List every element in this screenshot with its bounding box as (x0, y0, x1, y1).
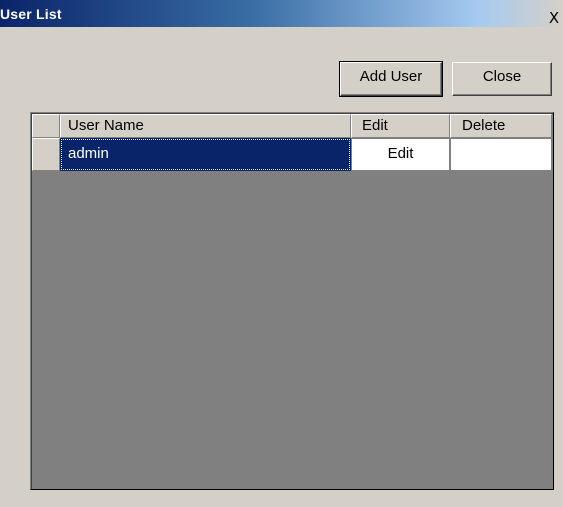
edit-cell[interactable]: Edit (351, 138, 450, 171)
column-header-edit[interactable]: Edit (351, 114, 450, 138)
title-bar: User List X (0, 0, 563, 27)
close-icon[interactable]: X (545, 9, 563, 27)
window-title: User List (0, 6, 62, 22)
user-name-cell[interactable]: admin (60, 138, 351, 171)
edit-button[interactable]: Edit (354, 141, 447, 168)
close-button[interactable]: Close (452, 62, 552, 96)
user-list-dialog: User List X Add User Close User Name Edi… (0, 0, 563, 507)
column-header-delete[interactable]: Delete (450, 114, 552, 138)
row-selector[interactable] (32, 138, 60, 171)
grid-corner-header[interactable] (32, 114, 60, 138)
add-user-button[interactable]: Add User (339, 61, 443, 97)
delete-cell[interactable] (450, 138, 552, 171)
user-grid[interactable]: User Name Edit Delete admin Edit (30, 112, 554, 490)
column-header-user-name[interactable]: User Name (60, 114, 351, 138)
